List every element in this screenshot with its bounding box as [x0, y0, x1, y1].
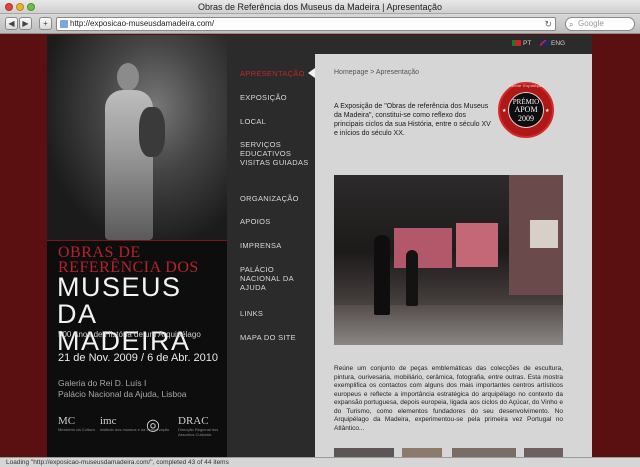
nav-item-servicos-educativos[interactable]: SERVIÇOS EDUCATIVOS VISITAS GUIADAS	[240, 140, 312, 167]
zoom-window-icon[interactable]	[27, 3, 35, 11]
window-titlebar: Obras de Referência dos Museus da Madeir…	[0, 0, 640, 14]
exhibition-dates: 21 de Nov. 2009 / 6 de Abr. 2010	[58, 352, 219, 364]
visitor-silhouette	[406, 250, 418, 306]
active-arrow-icon	[308, 68, 315, 78]
add-bookmark-button[interactable]: +	[39, 17, 52, 30]
apom-award-seal: Melhor Exposição ★ ★ PRÉMIO APOM 2009	[498, 82, 554, 138]
lang-pt-link[interactable]: PT	[512, 40, 531, 47]
mc-logo: MC Ministério da Cultura	[58, 415, 95, 432]
nav-item-organizacao[interactable]: ORGANIZAÇÃO	[240, 194, 312, 203]
visitor-silhouette	[374, 235, 390, 315]
exhibition-subtitle: 500 Anos de História de um Arquipélago	[58, 330, 201, 339]
venue-line-2: Palácio Nacional da Ajuda, Lisboa	[58, 389, 187, 399]
seal-ring-text: Melhor Exposição	[508, 83, 544, 88]
thumbnail[interactable]	[334, 448, 394, 457]
divider	[47, 240, 227, 241]
language-bar: PT ENG	[315, 35, 592, 54]
exhibition-poster: OBRAS DE REFERÊNCIA DOS MUSEUS DA MADEIR…	[47, 35, 227, 457]
display-case	[394, 228, 452, 268]
nav-item-imprensa[interactable]: IMPRENSA	[240, 241, 312, 250]
plus-icon: +	[43, 19, 48, 28]
address-url: http://exposicao-museusdamadeira.com/	[70, 19, 215, 28]
gallery-photo	[334, 175, 563, 345]
address-bar[interactable]: http://exposicao-museusdamadeira.com/ ↻	[56, 17, 556, 31]
photo-monkey	[139, 107, 165, 157]
close-window-icon[interactable]	[5, 3, 13, 11]
minimize-window-icon[interactable]	[16, 3, 24, 11]
back-button[interactable]: ◀	[5, 17, 18, 30]
browser-toolbar: ◀ ▶ + http://exposicao-museusdamadeira.c…	[0, 14, 640, 34]
thumbnail[interactable]	[524, 448, 563, 457]
nav-item-mapa-do-site[interactable]: MAPA DO SITE	[240, 333, 312, 342]
status-bar: Loading "http://exposicao-museusdamadeir…	[0, 457, 640, 467]
lang-eng-link[interactable]: ENG	[540, 40, 565, 47]
portugal-flag-icon	[512, 40, 521, 47]
main-navigation: APRESENTAÇÃO EXPOSIÇÃO LOCAL SERVIÇOS ED…	[227, 35, 315, 457]
sponsor-logos: MC Ministério da Cultura imc instituto dos…	[58, 415, 223, 445]
drac-logo: DRAC Direcção Regional dos Assuntos Cultu…	[178, 415, 219, 437]
thumbnail-strip	[334, 448, 563, 457]
nav-item-apoios[interactable]: APOIOS	[240, 217, 312, 226]
breadcrumb[interactable]: Homepage > Apresentação	[334, 69, 419, 76]
nav-item-exposicao[interactable]: EXPOSIÇÃO	[240, 93, 312, 102]
content-area: Homepage > Apresentação A Exposição de "…	[315, 35, 592, 457]
venue-line-1: Galeria do Rei D. Luís I	[58, 378, 147, 388]
exhibition-title-top: OBRAS DE REFERÊNCIA DOS	[58, 244, 199, 276]
web-page: OBRAS DE REFERÊNCIA DOS MUSEUS DA MADEIR…	[0, 35, 640, 457]
gallery-floor	[334, 305, 563, 345]
forward-icon: ▶	[22, 19, 29, 28]
uk-flag-icon	[540, 40, 549, 47]
emblem-logo: ◎	[146, 417, 160, 434]
site-favicon-icon	[60, 20, 68, 28]
seal-line-3: 2009	[518, 114, 534, 123]
seal-line-2: APOM	[514, 105, 538, 114]
reload-icon[interactable]: ↻	[544, 19, 552, 30]
photo-man-head	[117, 63, 139, 91]
nav-item-apresentacao[interactable]: APRESENTAÇÃO	[240, 69, 312, 78]
exhibition-venue: Galeria do Rei D. Luís I Palácio Naciona…	[58, 378, 223, 400]
body-text: Reúne um conjunto de peças emblemáticas …	[334, 365, 563, 432]
display-case	[456, 223, 498, 267]
thumbnail[interactable]	[402, 448, 442, 457]
star-icon: ★	[545, 108, 550, 114]
intro-text: A Exposição de "Obras de referência dos …	[334, 103, 491, 137]
thumbnail[interactable]	[452, 448, 516, 457]
seal-center: PRÉMIO APOM 2009	[508, 92, 544, 128]
nav-item-palacio[interactable]: PALÁCIO NACIONAL DA AJUDA	[240, 265, 312, 292]
window-title: Obras de Referência dos Museus da Madeir…	[198, 2, 442, 12]
nav-item-links[interactable]: LINKS	[240, 309, 312, 318]
search-placeholder: Google	[578, 19, 604, 28]
search-input[interactable]: ⌕ Google	[565, 17, 635, 31]
historical-photo	[47, 35, 227, 240]
exhibition-title-main: MUSEUS DA MADEIRA	[57, 272, 191, 356]
search-icon: ⌕	[569, 20, 574, 29]
nav-item-local[interactable]: LOCAL	[240, 117, 312, 126]
display-case	[530, 220, 558, 248]
star-icon: ★	[502, 108, 507, 114]
forward-button[interactable]: ▶	[19, 17, 32, 30]
back-icon: ◀	[8, 19, 15, 28]
